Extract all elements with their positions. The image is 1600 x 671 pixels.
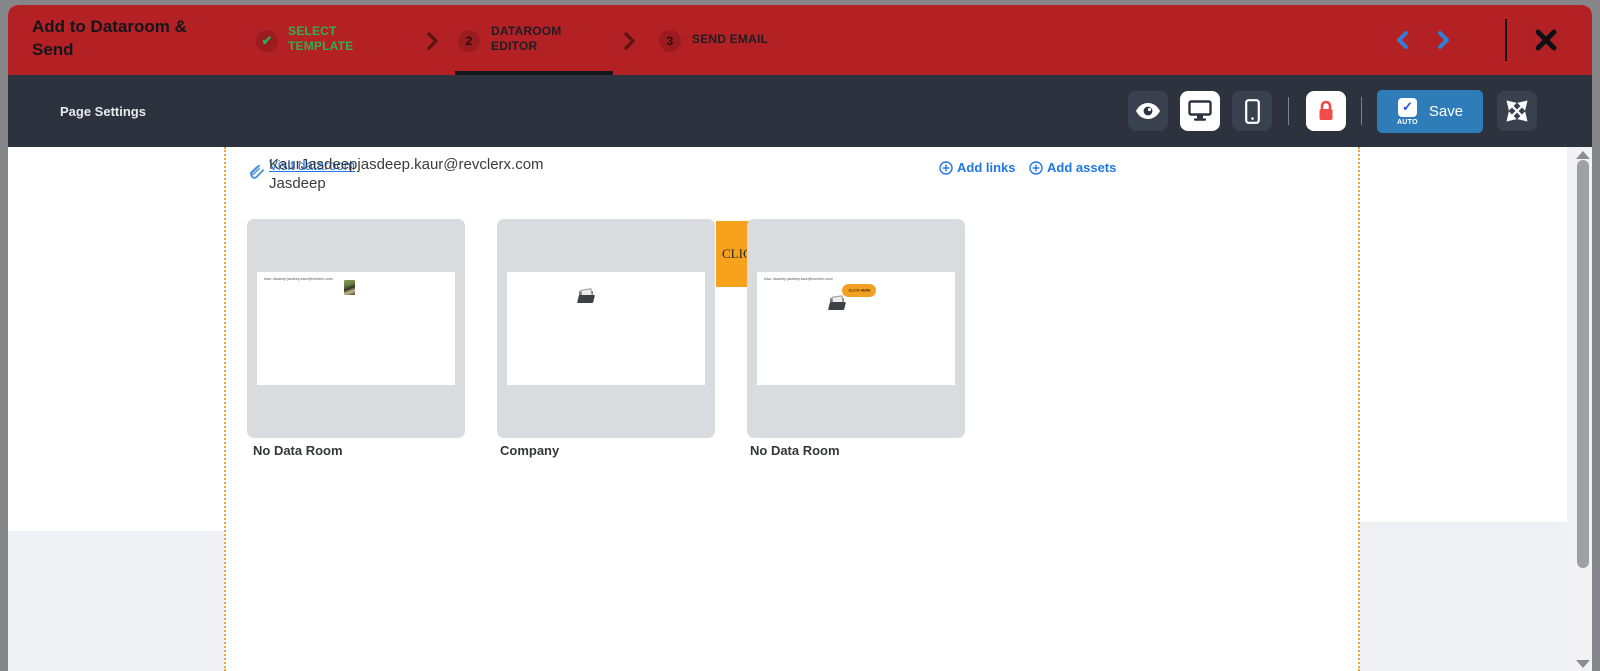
desktop-icon — [1188, 100, 1212, 122]
step-separator-chevron-icon — [425, 32, 439, 50]
step3-number-badge: 3 — [659, 30, 681, 52]
recipient-block: Visit dataroom KaurJasdeep jasdeep.kaur@… — [269, 156, 544, 194]
toolbar-divider — [1361, 97, 1362, 125]
click-here-label: CLICK HERE — [848, 288, 870, 292]
editor-toolbar: Page Settings — [8, 75, 1592, 147]
save-button[interactable]: ✓ AUTO Save — [1377, 90, 1483, 133]
card-label: Company — [500, 443, 559, 458]
plus-circle-icon — [1029, 161, 1043, 175]
step1-label: SELECT TEMPLATE — [288, 24, 370, 54]
page-settings-label: Page Settings — [60, 104, 146, 119]
folder-icon — [829, 296, 847, 310]
prev-arrow-icon[interactable] — [1392, 29, 1414, 51]
fullscreen-expand-icon — [1506, 100, 1528, 122]
preview-sender-text: Kaur Jasdeep jasdeep.kaur@revclerx.com/ — [264, 277, 333, 281]
recipient-line2: Jasdeep — [269, 175, 544, 194]
template-card-company[interactable] — [497, 219, 715, 438]
scrollbar-thumb[interactable] — [1577, 160, 1589, 568]
plus-circle-icon — [939, 161, 953, 175]
scrollbar-track[interactable] — [1567, 147, 1592, 671]
mobile-view-button[interactable] — [1232, 91, 1272, 131]
card-label: No Data Room — [253, 443, 343, 458]
card-label: No Data Room — [750, 443, 840, 458]
template-card-no-data-room-2[interactable]: Kaur Jasdeep jasdeep.kaur@revclerx.com/ … — [747, 219, 965, 438]
canvas-right-guide — [1358, 147, 1360, 671]
editor-canvas-area: Visit dataroom KaurJasdeep jasdeep.kaur@… — [8, 147, 1592, 671]
canvas-left-guide — [224, 147, 226, 671]
recipient-email: jasdeep.kaur@revclerx.com — [357, 156, 543, 173]
scroll-up-arrow-icon[interactable] — [1576, 151, 1590, 159]
preview-sender-text: Kaur Jasdeep jasdeep.kaur@revclerx.com/ — [764, 277, 833, 281]
left-gutter — [8, 531, 224, 671]
attachment-paperclip-icon[interactable] — [247, 161, 265, 181]
save-button-label: Save — [1429, 103, 1463, 120]
step2-number-badge: 2 — [458, 30, 480, 52]
scroll-down-arrow-icon[interactable] — [1576, 660, 1590, 668]
toolbar-divider — [1288, 97, 1289, 125]
drag-tag-label: CLICK HERE — [716, 246, 749, 262]
modal-title: Add to Dataroom & Send — [32, 16, 217, 62]
close-icon[interactable] — [1531, 25, 1561, 55]
step2-number: 2 — [466, 34, 473, 48]
recipient-name: KaurJasdeep — [269, 156, 357, 173]
lock-icon — [1317, 100, 1335, 122]
card-page-preview: Kaur Jasdeep jasdeep.kaur@revclerx.com/ … — [757, 272, 955, 385]
folder-icon — [578, 289, 596, 303]
step1-check-badge: ✔ — [256, 30, 278, 52]
auto-save-label: AUTO — [1397, 119, 1418, 126]
step3-label: SEND EMAIL — [692, 32, 768, 47]
drag-tag[interactable]: CLICK HERE — [716, 221, 749, 287]
mobile-icon — [1245, 99, 1260, 124]
preview-button[interactable] — [1128, 91, 1168, 131]
card-page-preview: Kaur Jasdeep jasdeep.kaur@revclerx.com/ — [257, 272, 455, 385]
lock-button[interactable] — [1306, 91, 1346, 131]
add-assets-label: Add assets — [1047, 160, 1116, 175]
template-card-no-data-room-1[interactable]: Kaur Jasdeep jasdeep.kaur@revclerx.com/ — [247, 219, 465, 438]
next-arrow-icon[interactable] — [1432, 29, 1454, 51]
step2-label: DATAROOM EDITOR — [491, 24, 583, 54]
header-divider — [1505, 19, 1507, 61]
fullscreen-button[interactable] — [1497, 91, 1537, 131]
eye-icon — [1136, 103, 1160, 119]
right-gutter — [1360, 522, 1567, 671]
auto-save-checkbox[interactable]: ✓ — [1398, 98, 1417, 117]
add-links-label: Add links — [957, 160, 1016, 175]
step3-number: 3 — [667, 34, 674, 48]
click-here-button[interactable]: CLICK HERE — [842, 284, 876, 297]
modal-header: Add to Dataroom & Send ✔ SELECT TEMPLATE… — [8, 5, 1592, 75]
add-assets-button[interactable]: Add assets — [1029, 160, 1116, 175]
add-links-button[interactable]: Add links — [939, 160, 1016, 175]
card-page-preview — [507, 272, 705, 385]
add-to-dataroom-modal: Add to Dataroom & Send ✔ SELECT TEMPLATE… — [8, 5, 1592, 671]
check-icon: ✔ — [262, 33, 273, 49]
preview-thumbnail-image — [344, 280, 355, 295]
desktop-view-button[interactable] — [1180, 91, 1220, 131]
step-separator-chevron-icon — [622, 32, 636, 50]
